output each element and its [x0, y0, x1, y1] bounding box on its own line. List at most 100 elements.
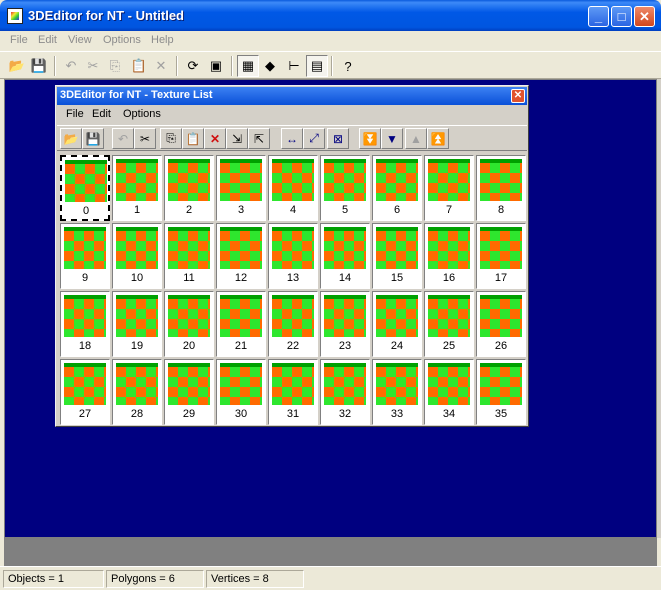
- menu-view[interactable]: View: [68, 34, 92, 46]
- tree-icon[interactable]: ⊢: [283, 55, 305, 77]
- texture-tile[interactable]: 22: [268, 291, 318, 357]
- open-folder-icon[interactable]: 📂: [6, 55, 28, 77]
- texture-tile[interactable]: 20: [164, 291, 214, 357]
- texture-thumbnail: [220, 159, 262, 201]
- texture-tile[interactable]: 19: [112, 291, 162, 357]
- texture-menu-edit[interactable]: Edit: [92, 108, 111, 120]
- texture-tile[interactable]: 4: [268, 155, 318, 221]
- texture-index-label: 4: [289, 204, 297, 216]
- texture-tile[interactable]: 32: [320, 359, 370, 425]
- texture-tile[interactable]: 12: [216, 223, 266, 289]
- import-texture-icon[interactable]: ⇲: [226, 128, 248, 149]
- paste-icon[interactable]: 📋: [182, 128, 204, 149]
- cut-icon[interactable]: ✂: [134, 128, 156, 149]
- menu-help[interactable]: Help: [151, 34, 174, 46]
- copy-icon[interactable]: ⎘: [104, 55, 126, 77]
- texture-tile[interactable]: 26: [476, 291, 526, 357]
- close-button[interactable]: ✕: [634, 6, 655, 27]
- texture-tile[interactable]: 1: [112, 155, 162, 221]
- texture-tile[interactable]: 29: [164, 359, 214, 425]
- texture-tile[interactable]: 15: [372, 223, 422, 289]
- texture-list-title-bar[interactable]: 3DEditor for NT - Texture List ✕: [57, 87, 527, 105]
- toolbar-separator: [176, 56, 178, 76]
- texture-index-label: 25: [442, 340, 456, 352]
- cut-icon[interactable]: ✂: [82, 55, 104, 77]
- texture-tile[interactable]: 7: [424, 155, 474, 221]
- texture-tile[interactable]: 23: [320, 291, 370, 357]
- texture-tile[interactable]: 33: [372, 359, 422, 425]
- undo-icon[interactable]: ↶: [60, 55, 82, 77]
- move-down-icon[interactable]: ▼: [381, 128, 403, 149]
- save-icon[interactable]: 💾: [82, 128, 104, 149]
- texture-tile[interactable]: 14: [320, 223, 370, 289]
- texture-tile[interactable]: 2: [164, 155, 214, 221]
- texture-thumbnail: [64, 363, 106, 405]
- help-icon[interactable]: ?: [337, 55, 359, 77]
- texture-index-label: 35: [494, 408, 508, 420]
- title-bar[interactable]: 3DEditor for NT - Untitled _ □ ✕: [0, 0, 661, 31]
- menu-options[interactable]: Options: [103, 34, 141, 46]
- texture-tile[interactable]: 30: [216, 359, 266, 425]
- rotate-icon[interactable]: ⟳: [182, 55, 204, 77]
- texture-tile[interactable]: 8: [476, 155, 526, 221]
- cube-icon[interactable]: ◆: [259, 55, 281, 77]
- menu-edit[interactable]: Edit: [38, 34, 57, 46]
- status-polygons: Polygons = 6: [106, 570, 204, 588]
- menu-file[interactable]: File: [10, 34, 28, 46]
- fit-width-icon[interactable]: ↔: [281, 128, 303, 149]
- texture-thumbnail: [480, 159, 522, 201]
- texture-tile[interactable]: 3: [216, 155, 266, 221]
- fit-icon[interactable]: ⊠: [327, 128, 349, 149]
- export-texture-icon[interactable]: ⇱: [248, 128, 270, 149]
- texture-menu-file[interactable]: File: [66, 108, 84, 120]
- texture-tile[interactable]: 16: [424, 223, 474, 289]
- texture-tile[interactable]: 18: [60, 291, 110, 357]
- texture-tile[interactable]: 17: [476, 223, 526, 289]
- move-up-icon[interactable]: ▲: [405, 128, 427, 149]
- texture-tile[interactable]: 5: [320, 155, 370, 221]
- save-icon[interactable]: 💾: [28, 55, 50, 77]
- delete-icon[interactable]: ✕: [150, 55, 172, 77]
- move-top-icon[interactable]: ⏫: [427, 128, 449, 149]
- texture-index-label: 8: [497, 204, 505, 216]
- texture-menu-options[interactable]: Options: [123, 108, 161, 120]
- texture-index-label: 10: [130, 272, 144, 284]
- texture-thumbnail: [220, 363, 262, 405]
- texture-thumbnail: [376, 363, 418, 405]
- texture-tile[interactable]: 27: [60, 359, 110, 425]
- resize-icon[interactable]: ⤢: [303, 128, 325, 149]
- open-folder-icon[interactable]: 📂: [60, 128, 82, 149]
- texture-tile[interactable]: 24: [372, 291, 422, 357]
- grid-icon[interactable]: ▦: [237, 55, 259, 77]
- texture-list-window[interactable]: 3DEditor for NT - Texture List ✕ File Ed…: [55, 85, 529, 427]
- move-bottom-icon[interactable]: ⏬: [359, 128, 381, 149]
- delete-icon[interactable]: ✕: [204, 128, 226, 149]
- texture-list-close-button[interactable]: ✕: [511, 89, 525, 103]
- texture-index-label: 30: [234, 408, 248, 420]
- render-icon[interactable]: ▣: [205, 55, 227, 77]
- texture-tile[interactable]: 28: [112, 359, 162, 425]
- app-icon[interactable]: [7, 8, 23, 24]
- texture-thumbnail: [168, 159, 210, 201]
- undo-icon[interactable]: ↶: [112, 128, 134, 149]
- menu-bar: File Edit View Options Help: [0, 31, 661, 51]
- texture-tile[interactable]: 25: [424, 291, 474, 357]
- minimize-button[interactable]: _: [588, 6, 609, 27]
- maximize-button[interactable]: □: [611, 6, 632, 27]
- palette-icon[interactable]: ▤: [306, 55, 328, 77]
- texture-index-label: 22: [286, 340, 300, 352]
- texture-tile[interactable]: 6: [372, 155, 422, 221]
- texture-tile[interactable]: 9: [60, 223, 110, 289]
- texture-tile[interactable]: 34: [424, 359, 474, 425]
- texture-tile[interactable]: 13: [268, 223, 318, 289]
- paste-icon[interactable]: 📋: [128, 55, 150, 77]
- toolbar-separator: [231, 56, 233, 76]
- texture-tile[interactable]: 11: [164, 223, 214, 289]
- texture-tile[interactable]: 31: [268, 359, 318, 425]
- texture-tile[interactable]: 35: [476, 359, 526, 425]
- texture-tile[interactable]: 10: [112, 223, 162, 289]
- texture-tile[interactable]: 0: [60, 155, 110, 221]
- texture-tile[interactable]: 21: [216, 291, 266, 357]
- texture-thumbnail: [65, 160, 107, 202]
- copy-icon[interactable]: ⎘: [160, 128, 182, 149]
